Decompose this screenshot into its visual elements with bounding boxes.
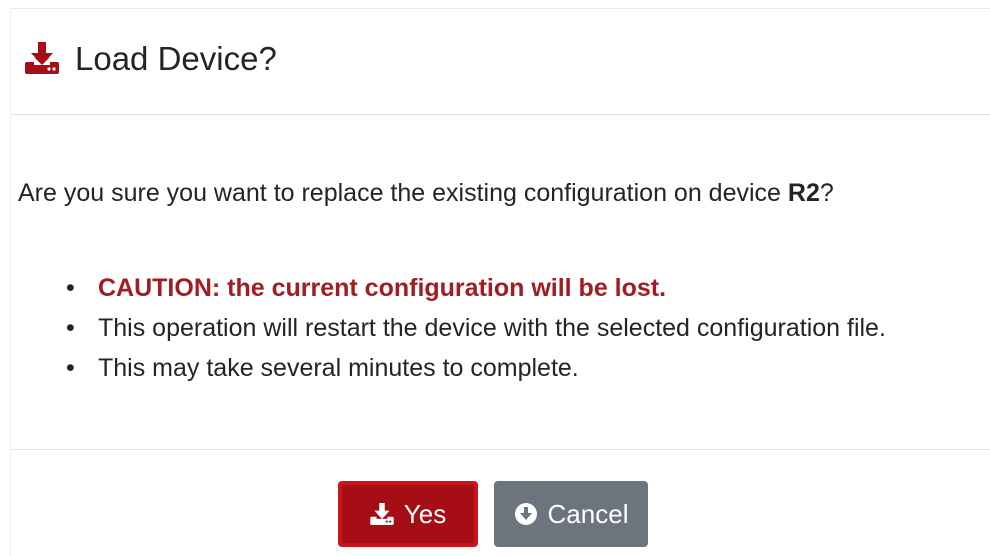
- bullet-marker: •: [66, 314, 75, 342]
- cancel-button-label: Cancel: [547, 498, 629, 529]
- dialog-footer-divider: [11, 449, 990, 450]
- load-device-dialog: Load Device? Are you sure you want to re…: [0, 0, 990, 556]
- dialog-header: Load Device?: [11, 9, 990, 115]
- confirmation-question: Are you sure you want to replace the exi…: [18, 177, 834, 209]
- caution-text: CAUTION: the current configuration will …: [98, 274, 667, 302]
- yes-button-label: Yes: [403, 498, 447, 529]
- dialog-title: Load Device?: [75, 40, 277, 77]
- list-item: • This operation will restart the device…: [0, 312, 990, 352]
- duration-notice: This may take several minutes to complet…: [98, 354, 579, 382]
- download-icon: [370, 503, 394, 525]
- question-prefix: Are you sure you want to replace the exi…: [18, 179, 788, 207]
- bullet-marker: •: [66, 354, 75, 382]
- yes-button[interactable]: Yes: [338, 481, 478, 547]
- bullet-marker: •: [66, 274, 75, 302]
- restart-notice: This operation will restart the device w…: [98, 314, 886, 342]
- cancel-button[interactable]: Cancel: [494, 481, 648, 547]
- list-item: • CAUTION: the current configuration wil…: [0, 272, 990, 312]
- download-icon: [25, 42, 59, 74]
- list-item: • This may take several minutes to compl…: [0, 352, 990, 392]
- warning-list: • CAUTION: the current configuration wil…: [0, 272, 990, 392]
- device-name: R2: [787, 179, 820, 207]
- question-suffix: ?: [819, 179, 834, 207]
- circle-arrow-down-icon: [514, 502, 538, 526]
